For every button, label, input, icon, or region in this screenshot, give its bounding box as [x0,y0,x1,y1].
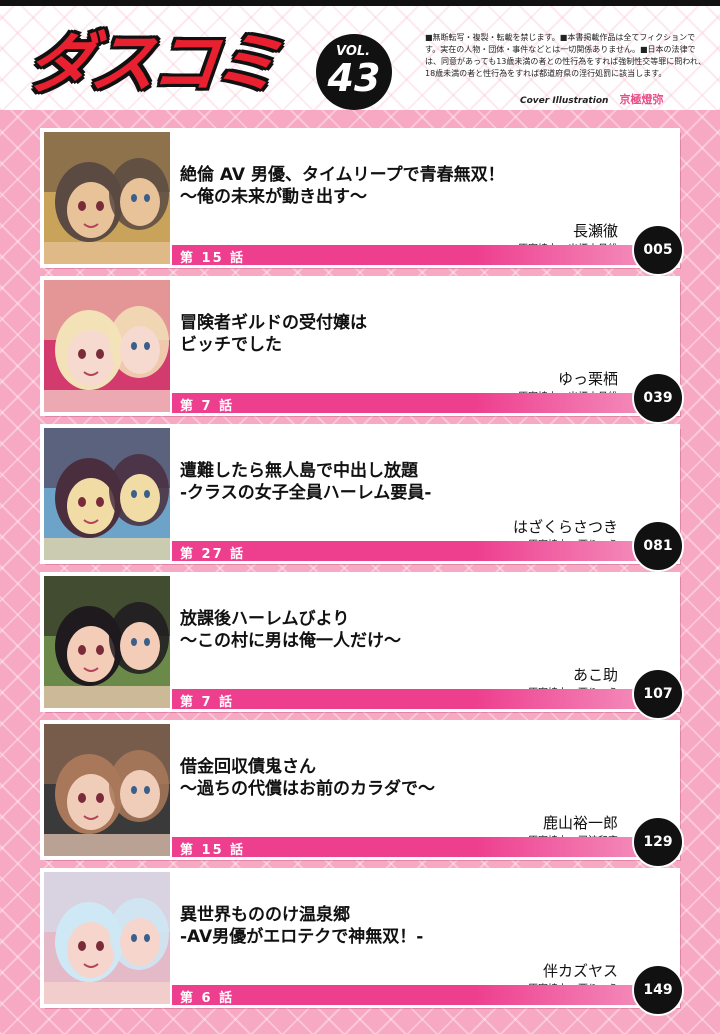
episode-bar: 第 6 話 [172,985,678,1006]
story-subtitle: 〜俺の未来が動き出す〜 [180,187,367,207]
story-card[interactable]: 放課後ハーレムびより 〜この村に男は俺一人だけ〜 あこ助 原案協力：西りょう 第… [40,572,684,720]
episode-bar: 第 15 話 [172,837,678,858]
story-card[interactable]: 異世界もののけ温泉郷 -AV男優がエロテクで神無双！- 伴カズヤス 原案協力：西… [40,868,684,1016]
page-number-badge[interactable]: 149 [632,964,684,1016]
episode-label: 第 27 話 [180,547,246,562]
magazine-logo: ダスコミ [24,25,281,102]
episode-label: 第 15 話 [180,843,246,858]
story-subtitle: 〜この村に男は俺一人だけ〜 [180,631,401,651]
episode-label: 第 7 話 [180,399,235,414]
episode-bar: 第 7 話 [172,689,678,710]
cover-artist: 京極燈弥 [619,93,664,106]
episode-bar: 第 15 話 [172,245,678,266]
header: ダスコミ VOL. 43 ■無断転写・複製・転載を禁じます。■本書掲載作品は全て… [0,6,720,110]
story-thumbnail[interactable] [44,724,170,856]
cover-credit: Cover Illustration 京極燈弥 [520,88,710,106]
story-subtitle: 〜過ちの代償はお前のカラダで〜 [180,779,435,799]
story-card[interactable]: 冒険者ギルドの受付嬢は ビッチでした ゆっ栗栖 原案協力：出栖土呂維 第 7 話… [40,276,684,424]
episode-bar: 第 27 話 [172,541,678,562]
story-subtitle: -クラスの女子全員ハーレム要員- [180,483,432,503]
page-number-badge[interactable]: 081 [632,520,684,572]
story-thumbnail[interactable] [44,576,170,708]
episode-label: 第 15 話 [180,251,246,266]
story-thumbnail[interactable] [44,132,170,264]
story-thumbnail[interactable] [44,872,170,1004]
episode-label: 第 6 話 [180,991,235,1006]
volume-number: 43 [327,56,381,100]
episode-label: 第 7 話 [180,695,235,710]
episode-bar: 第 7 話 [172,393,678,414]
story-author: 長瀬徹 [572,222,618,240]
story-subtitle: -AV男優がエロテクで神無双！- [180,927,424,947]
legal-notice: ■無断転写・複製・転載を禁じます。■本書掲載作品は全てフィクションです。実在の人… [425,33,706,78]
page-number-badge[interactable]: 039 [632,372,684,424]
story-thumbnail[interactable] [44,428,170,560]
page-number-badge[interactable]: 005 [632,224,684,276]
story-author: あこ助 [572,666,618,684]
story-thumbnail[interactable] [44,280,170,412]
story-author: ゆっ栗栖 [557,370,618,388]
story-author: 鹿山裕一郎 [542,814,618,832]
story-author: はざくらさつき [512,518,618,536]
page-number-badge[interactable]: 107 [632,668,684,720]
page-number-badge[interactable]: 129 [632,816,684,868]
story-card[interactable]: 絶倫 AV 男優、タイムリープで青春無双！ 〜俺の未来が動き出す〜 長瀬徹 原案… [40,128,684,276]
cover-label: Cover Illustration [520,96,609,106]
volume-badge: VOL. 43 [316,34,392,110]
story-subtitle: ビッチでした [180,335,282,355]
story-author: 伴カズヤス [542,962,618,980]
story-card[interactable]: 借金回収債鬼さん 〜過ちの代償はお前のカラダで〜 鹿山裕一郎 原案協力：司波和宏… [40,720,684,868]
story-card[interactable]: 遭難したら無人島で中出し放題 -クラスの女子全員ハーレム要員- はざくらさつき … [40,424,684,572]
